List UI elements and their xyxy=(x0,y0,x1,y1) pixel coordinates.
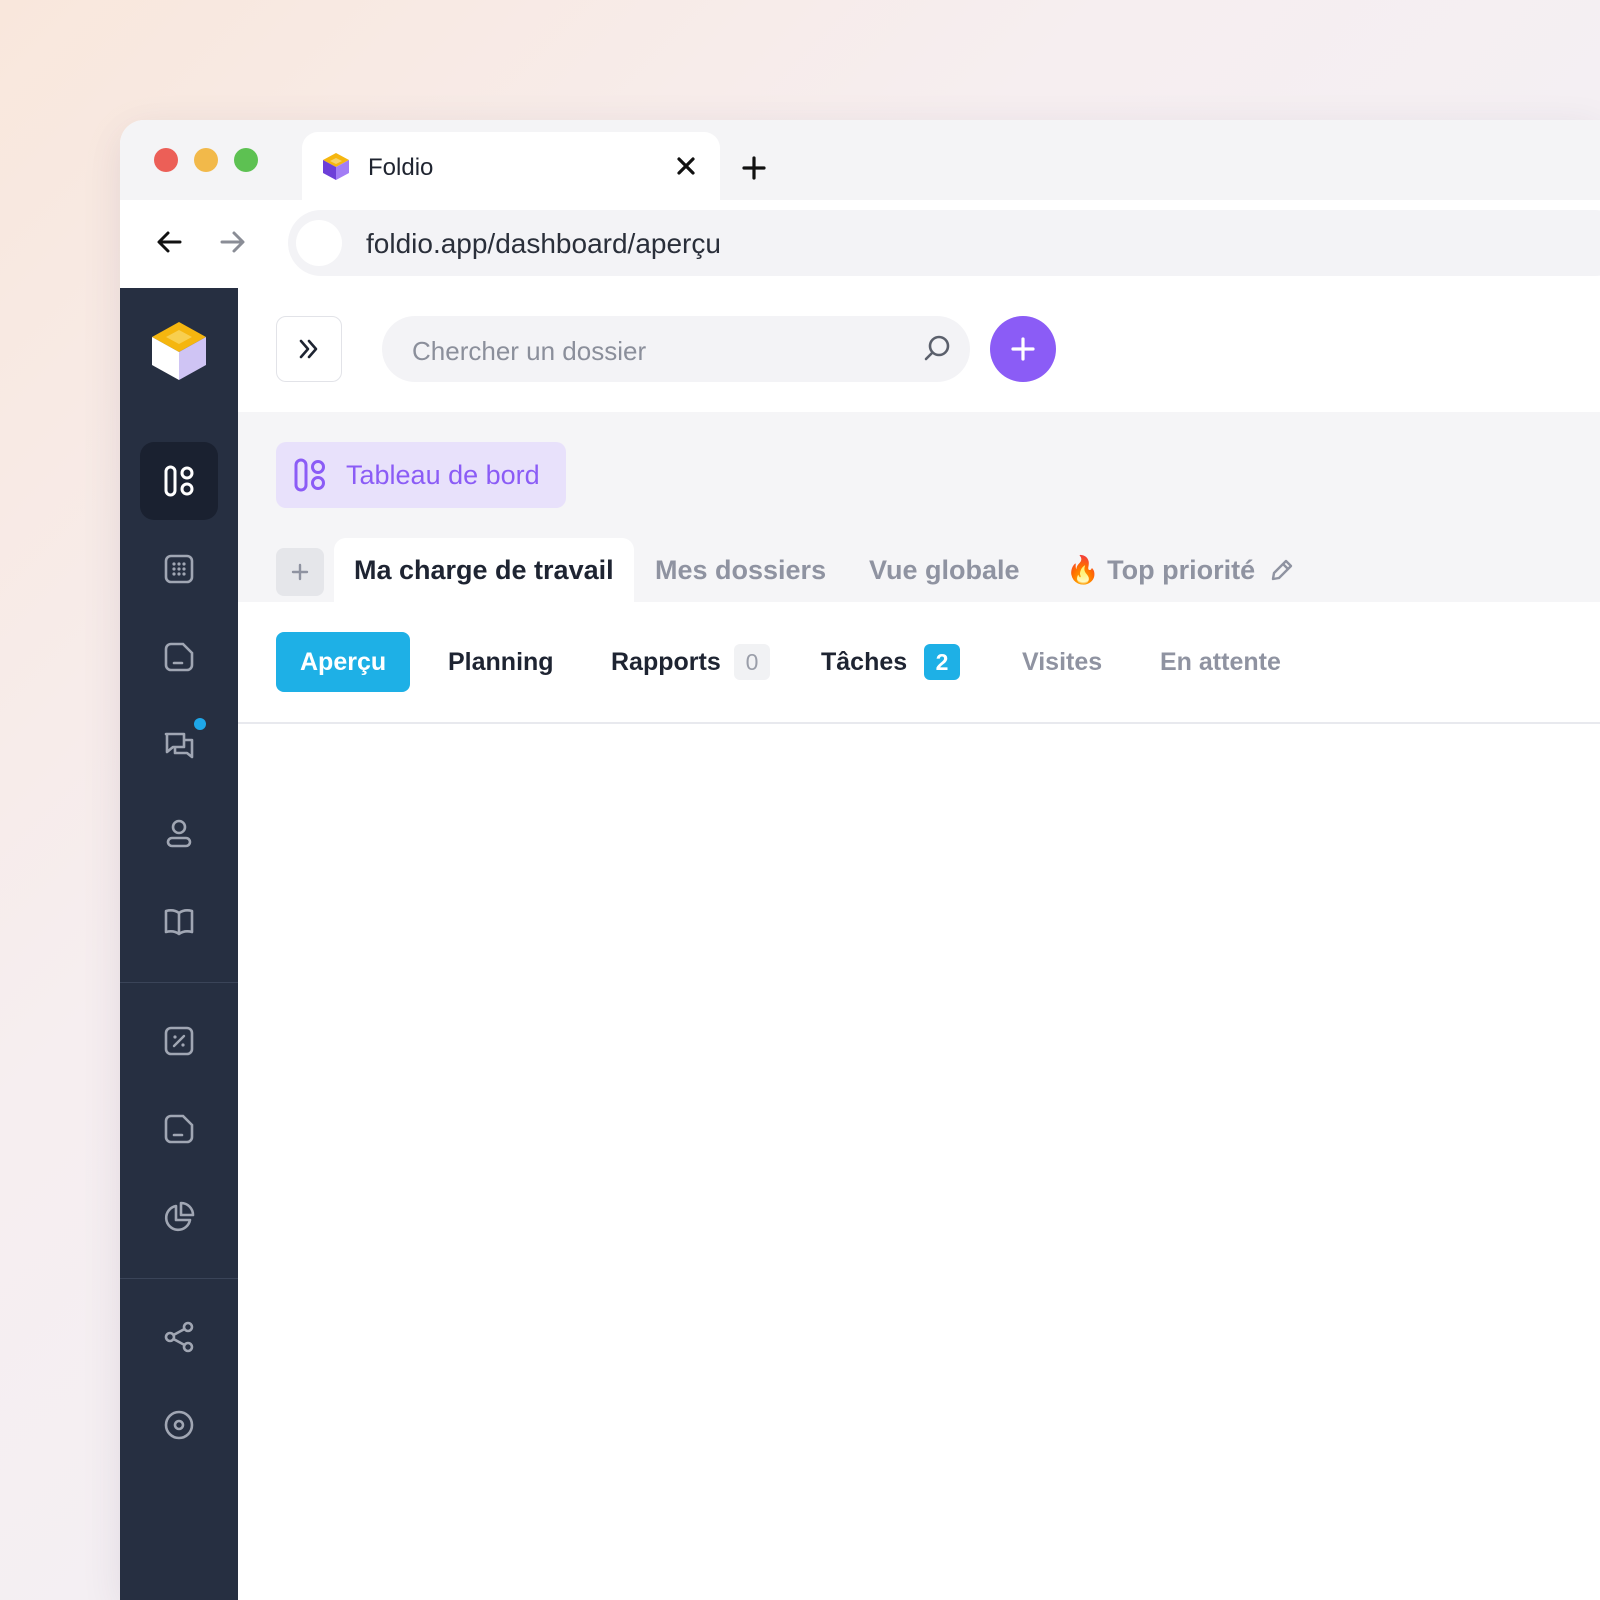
document-icon xyxy=(164,642,194,672)
url-text: foldio.app/dashboard/aperçu xyxy=(366,228,721,259)
dashboard-header: Tableau de bord Ma charge de travail Mes… xyxy=(238,412,1600,602)
sidebar-item-documents[interactable] xyxy=(140,618,218,696)
dashboard-icon xyxy=(164,465,194,497)
address-bar[interactable]: foldio.app/dashboard/aperçu xyxy=(288,210,1600,276)
content-area xyxy=(238,724,1600,1600)
sidebar-divider xyxy=(120,1278,238,1279)
subtab-visites[interactable]: Visites xyxy=(1022,632,1102,692)
subtab-bar: Aperçu Planning Rapports 0 Tâches 2 Visi… xyxy=(238,602,1600,724)
sidebar-item-calculator[interactable] xyxy=(140,530,218,608)
sidebar-item-invoices[interactable] xyxy=(140,1090,218,1168)
subtab-en-attente[interactable]: En attente xyxy=(1160,632,1281,692)
site-info-icon[interactable] xyxy=(296,220,342,266)
dashboard-icon xyxy=(294,458,325,492)
tab-my-folders[interactable]: Mes dossiers xyxy=(655,538,826,602)
sidebar xyxy=(120,288,238,1600)
subtab-taches[interactable]: Tâches xyxy=(821,632,907,692)
app-logo-icon[interactable] xyxy=(148,318,210,384)
edit-pencil-icon[interactable] xyxy=(1268,556,1296,584)
add-button[interactable] xyxy=(990,316,1056,382)
sidebar-item-contacts[interactable] xyxy=(140,794,218,872)
browser-tab-strip: Foldio xyxy=(120,120,1600,200)
main-content: Chercher un dossier Tableau de bord Ma c… xyxy=(238,288,1600,1600)
sidebar-item-messages[interactable] xyxy=(140,706,218,784)
sidebar-item-dashboard[interactable] xyxy=(140,442,218,520)
tab-top-priority[interactable]: 🔥 Top priorité xyxy=(1066,538,1255,602)
sidebar-item-reports[interactable] xyxy=(140,1178,218,1256)
plus-icon xyxy=(291,563,309,581)
notification-badge xyxy=(194,718,206,730)
taches-count-badge: 2 xyxy=(924,644,960,680)
browser-window: Foldio foldio.app/dashboard/aperçu Cherc… xyxy=(120,120,1600,1600)
back-arrow-icon[interactable] xyxy=(152,224,188,260)
maximize-window-button[interactable] xyxy=(234,148,258,172)
invoice-icon xyxy=(164,1114,194,1144)
sidebar-item-share[interactable] xyxy=(140,1298,218,1376)
browser-toolbar: foldio.app/dashboard/aperçu xyxy=(120,200,1600,289)
minimize-window-button[interactable] xyxy=(194,148,218,172)
percent-icon xyxy=(164,1026,194,1056)
sidebar-divider xyxy=(120,982,238,983)
book-icon xyxy=(164,909,194,936)
search-icon[interactable] xyxy=(920,332,954,366)
tab-global-view[interactable]: Vue globale xyxy=(869,538,1020,602)
sidebar-item-taxes[interactable] xyxy=(140,1002,218,1080)
browser-tab-title: Foldio xyxy=(368,154,434,181)
search-placeholder: Chercher un dossier xyxy=(412,336,647,366)
new-tab-icon[interactable] xyxy=(738,152,770,184)
tab-workload[interactable]: Ma charge de travail xyxy=(334,538,634,602)
share-icon xyxy=(164,1321,194,1353)
foldio-logo-icon xyxy=(323,153,349,180)
background: Foldio foldio.app/dashboard/aperçu Cherc… xyxy=(0,0,1600,1600)
user-icon xyxy=(166,819,192,848)
settings-icon xyxy=(164,1410,194,1440)
chat-icon xyxy=(164,732,194,759)
search-input[interactable]: Chercher un dossier xyxy=(382,316,970,382)
expand-sidebar-button[interactable] xyxy=(276,316,342,382)
top-bar: Chercher un dossier xyxy=(238,288,1600,412)
dashboard-title-pill[interactable]: Tableau de bord xyxy=(276,442,566,508)
browser-tab[interactable]: Foldio xyxy=(302,132,720,200)
pie-chart-icon xyxy=(164,1201,195,1232)
subtab-rapports[interactable]: Rapports xyxy=(611,632,721,692)
calculator-icon xyxy=(164,554,194,584)
close-window-button[interactable] xyxy=(154,148,178,172)
forward-arrow-icon[interactable] xyxy=(214,224,250,260)
dashboard-title: Tableau de bord xyxy=(346,460,540,490)
subtab-planning[interactable]: Planning xyxy=(448,632,554,692)
subtab-apercu[interactable]: Aperçu xyxy=(276,632,411,692)
double-chevron-right-icon xyxy=(299,339,318,359)
add-view-button[interactable] xyxy=(276,548,324,596)
plus-icon xyxy=(1011,337,1035,361)
sidebar-item-library[interactable] xyxy=(140,882,218,960)
rapports-count-badge: 0 xyxy=(734,644,770,680)
sidebar-item-settings[interactable] xyxy=(140,1386,218,1464)
close-tab-icon[interactable] xyxy=(670,150,702,182)
